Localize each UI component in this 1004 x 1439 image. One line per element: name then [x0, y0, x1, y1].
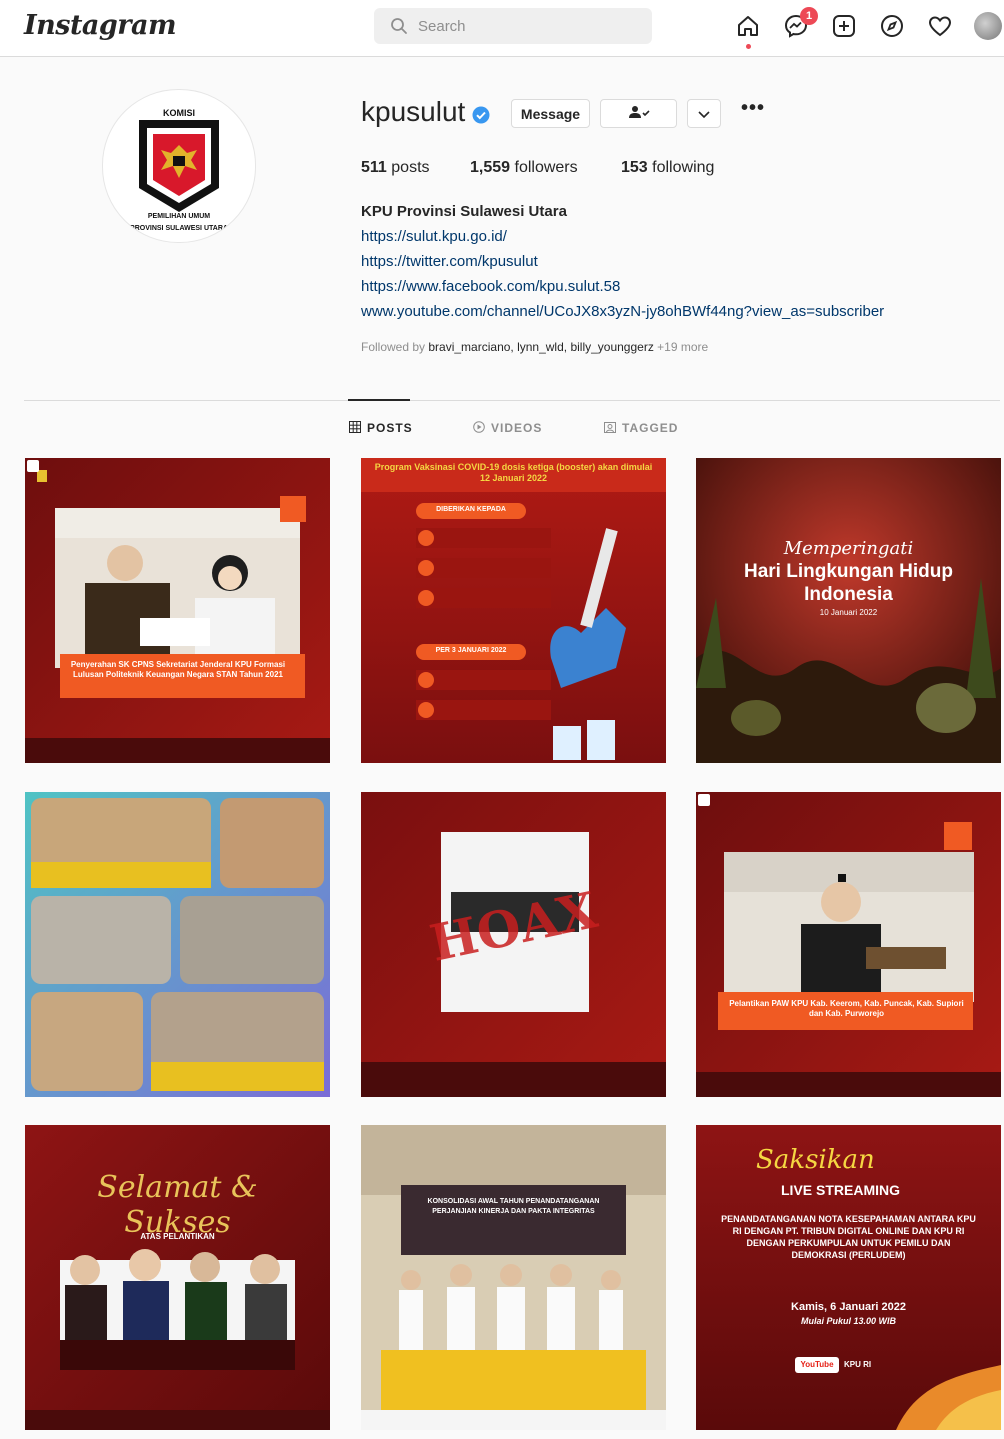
tab-videos[interactable]: VIDEOS — [473, 421, 542, 435]
active-tab-indicator — [348, 399, 410, 401]
post-image-pelantikan-paw — [696, 792, 1001, 1097]
suggested-dropdown-button[interactable] — [687, 99, 721, 128]
svg-text:PROVINSI SULAWESI UTARA: PROVINSI SULAWESI UTARA — [130, 225, 228, 232]
post-thumbnail[interactable]: Penyerahan SK CPNS Sekretariat Jenderal … — [25, 458, 330, 763]
message-button[interactable]: Message — [511, 99, 590, 128]
youtube-logo: YouTube — [800, 1360, 834, 1369]
verified-badge-icon — [472, 106, 490, 124]
post-thumbnail[interactable]: Saksikan LIVE STREAMING PENANDATANGANAN … — [696, 1125, 1001, 1430]
svg-text:PEMILIHAN UMUM: PEMILIHAN UMUM — [148, 213, 210, 220]
tab-tagged[interactable]: TAGGED — [604, 421, 678, 435]
post-thumbnail[interactable]: Pelantikan PAW KPU Kab. Keerom, Kab. Pun… — [696, 792, 1001, 1097]
following-count[interactable]: 153 following — [621, 159, 714, 177]
post-time: Mulai Pukul 13.00 WIB — [800, 1316, 897, 1326]
post-script-text: Selamat & Sukses — [97, 1170, 258, 1240]
post-thumbnail[interactable] — [25, 792, 330, 1097]
channel-name: KPU RI — [844, 1360, 872, 1369]
chevron-down-icon — [698, 110, 710, 118]
explore-compass-icon[interactable] — [878, 12, 906, 40]
post-date: 10 Januari 2022 — [819, 608, 878, 617]
carousel-icon — [27, 460, 39, 472]
video-icon — [473, 421, 485, 433]
more-options-button[interactable]: ••• — [740, 98, 766, 125]
post-thumbnail[interactable]: Selamat & Sukses ATAS PELANTIKAN — [25, 1125, 330, 1430]
following-button[interactable] — [600, 99, 677, 128]
bio-link-facebook[interactable]: https://www.facebook.com/kpu.sulut.58 — [361, 278, 620, 295]
post-title: Program Vaksinasi COVID-19 dosis ketiga … — [374, 462, 653, 483]
profile-username: kpusulut — [361, 96, 466, 127]
post-script-text: Saksikan — [756, 1145, 875, 1175]
top-navigation-bar: Instagram 1 — [0, 0, 1004, 57]
home-icon[interactable] — [734, 12, 762, 40]
live-streaming-label: LIVE STREAMING — [781, 1182, 901, 1198]
bio-name: KPU Provinsi Sulawesi Utara — [361, 203, 567, 220]
tabs-divider — [24, 400, 1000, 401]
post-thumbnail[interactable]: Memperingati Hari Lingkungan Hidup Indon… — [696, 458, 1001, 763]
post-subtitle: ATAS PELANTIKAN — [140, 1232, 215, 1241]
followers-count[interactable]: 1,559 followers — [470, 159, 578, 177]
profile-picture[interactable]: KOMISI PEMILIHAN UMUM PROVINSI SULAWESI … — [102, 89, 256, 243]
activity-heart-icon[interactable] — [926, 12, 954, 40]
search-input[interactable] — [418, 16, 638, 36]
post-body-text: PENANDATANGANAN NOTA KESEPAHAMAN ANTARA … — [721, 1214, 976, 1260]
bio-link-website[interactable]: https://sulut.kpu.go.id/ — [361, 228, 507, 245]
instagram-logo[interactable]: Instagram — [24, 10, 177, 41]
tagged-icon — [604, 422, 616, 433]
post-image-konsolidasi — [361, 1125, 666, 1430]
followed-by-text[interactable]: Followed by bravi_marciano, lynn_wld, bi… — [361, 340, 708, 354]
person-check-icon — [628, 106, 650, 118]
grid-icon — [349, 421, 361, 433]
notification-badge: 1 — [800, 7, 818, 25]
new-post-icon[interactable] — [830, 12, 858, 40]
post-thumbnail[interactable]: HOAX — [361, 792, 666, 1097]
post-label: PER 3 JANUARI 2022 — [435, 647, 507, 654]
post-image-collage — [25, 792, 330, 1097]
banner-text: KONSOLIDASI AWAL TAHUN PENANDATANGANAN P… — [427, 1198, 600, 1215]
post-image-vaksinasi — [361, 458, 666, 763]
kpu-logo: KOMISI PEMILIHAN UMUM PROVINSI SULAWESI … — [130, 108, 228, 232]
post-label: DIBERIKAN KEPADA — [436, 506, 506, 513]
posts-count[interactable]: 511 posts — [361, 159, 430, 177]
post-thumbnail[interactable]: KONSOLIDASI AWAL TAHUN PENANDATANGANAN P… — [361, 1125, 666, 1430]
svg-text:KOMISI: KOMISI — [163, 108, 195, 118]
bio-link-youtube[interactable]: www.youtube.com/channel/UCoJX8x3yzN-jy8o… — [361, 303, 884, 320]
post-thumbnail[interactable]: Program Vaksinasi COVID-19 dosis ketiga … — [361, 458, 666, 763]
post-image-sk-cpns — [25, 458, 330, 763]
search-icon — [391, 18, 407, 34]
search-box[interactable] — [374, 8, 652, 44]
carousel-icon — [698, 794, 710, 806]
active-indicator-dot — [746, 44, 751, 49]
post-caption: Pelantikan PAW KPU Kab. Keerom, Kab. Pun… — [729, 999, 964, 1018]
post-title: Hari Lingkungan Hidup Indonesia — [744, 561, 953, 605]
user-avatar[interactable] — [974, 12, 1002, 40]
post-date: Kamis, 6 Januari 2022 — [791, 1301, 906, 1313]
post-script-text: Memperingati — [783, 538, 914, 559]
bio-link-twitter[interactable]: https://twitter.com/kpusulut — [361, 253, 538, 270]
tab-posts[interactable]: POSTS — [349, 421, 413, 435]
post-caption: Penyerahan SK CPNS Sekretariat Jenderal … — [70, 660, 286, 679]
